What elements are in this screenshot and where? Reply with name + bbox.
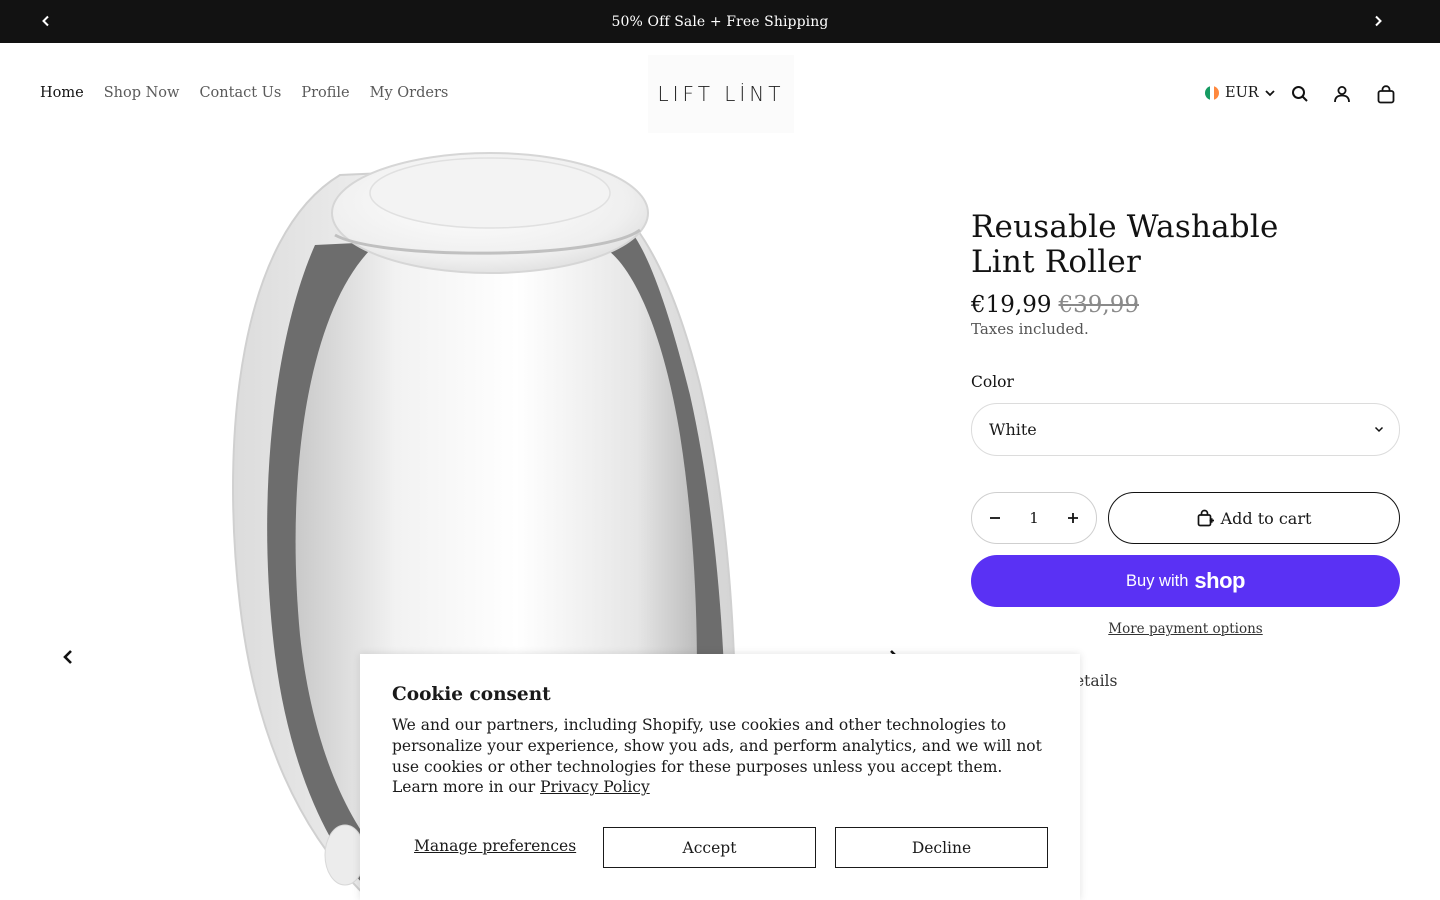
- search-button[interactable]: [1289, 83, 1311, 105]
- decline-button[interactable]: Decline: [835, 827, 1048, 868]
- ireland-flag-icon: [1205, 86, 1219, 100]
- chevron-down-icon: [1265, 90, 1275, 97]
- product-info: Reusable Washable Lint Roller €19,99 €39…: [971, 210, 1400, 690]
- announcement-prev-button[interactable]: [36, 11, 56, 31]
- buy-with-shop-button[interactable]: Buy with shop: [971, 555, 1400, 607]
- cookie-title: Cookie consent: [392, 684, 551, 705]
- price-row: €19,99 €39,99: [971, 292, 1400, 318]
- nav-item-profile[interactable]: Profile: [301, 85, 349, 101]
- chevron-down-icon: [1374, 426, 1384, 433]
- manage-preferences-link[interactable]: Manage preferences: [414, 837, 576, 855]
- nav-item-contact-us[interactable]: Contact Us: [199, 85, 281, 101]
- compare-price: €39,99: [1058, 292, 1139, 318]
- cart-icon: [1377, 84, 1395, 103]
- nav-item-my-orders[interactable]: My Orders: [370, 85, 449, 101]
- logo-text: LIFT LİNT: [657, 82, 785, 106]
- product-title: Reusable Washable Lint Roller: [971, 210, 1400, 280]
- product-title-line1: Reusable Washable: [971, 209, 1279, 245]
- media-prev-button[interactable]: [56, 645, 80, 669]
- chevron-left-icon: [63, 650, 72, 664]
- cookie-consent-dialog: Cookie consent We and our partners, incl…: [360, 654, 1080, 900]
- main-nav: Home Shop Now Contact Us Profile My Orde…: [40, 85, 468, 101]
- announcement-next-button[interactable]: [1368, 11, 1388, 31]
- announcement-bar: 50% Off Sale + Free Shipping: [0, 0, 1440, 43]
- plus-icon: [1068, 513, 1078, 523]
- quantity-stepper: [971, 492, 1097, 544]
- taxes-note: Taxes included.: [971, 320, 1089, 338]
- account-button[interactable]: [1331, 83, 1353, 105]
- quantity-decrease-button[interactable]: [986, 509, 1004, 527]
- color-label: Color: [971, 373, 1014, 391]
- cart-add-icon: [1197, 509, 1214, 527]
- cookie-actions: Manage preferences Accept Decline: [392, 827, 1048, 868]
- sale-price: €19,99: [971, 292, 1052, 318]
- add-to-cart-label: Add to cart: [1220, 508, 1312, 528]
- search-icon: [1292, 86, 1308, 102]
- nav-item-shop-now[interactable]: Shop Now: [104, 85, 180, 101]
- buy-with-label: Buy with: [1126, 571, 1189, 590]
- product-title-line2: Lint Roller: [971, 244, 1141, 280]
- cookie-body-text: We and our partners, including Shopify, …: [392, 716, 1042, 797]
- announcement-text: 50% Off Sale + Free Shipping: [611, 13, 829, 30]
- accept-button[interactable]: Accept: [603, 827, 816, 868]
- cart-button[interactable]: [1375, 83, 1397, 105]
- site-logo[interactable]: LIFT LİNT: [648, 55, 794, 133]
- chevron-left-icon: [42, 15, 49, 27]
- account-icon: [1334, 86, 1350, 103]
- color-select-value: White: [989, 420, 1037, 439]
- minus-icon: [990, 517, 1000, 519]
- currency-code: EUR: [1225, 85, 1259, 101]
- color-select[interactable]: White: [971, 403, 1400, 456]
- site-header: Home Shop Now Contact Us Profile My Orde…: [0, 43, 1440, 143]
- nav-item-home[interactable]: Home: [40, 85, 84, 101]
- more-payment-options-link[interactable]: More payment options: [971, 621, 1400, 637]
- add-to-cart-button[interactable]: Add to cart: [1108, 492, 1400, 544]
- chevron-right-icon: [1375, 15, 1382, 27]
- quantity-input[interactable]: [1014, 509, 1054, 527]
- shop-logo: shop: [1194, 568, 1245, 593]
- quantity-increase-button[interactable]: [1064, 509, 1082, 527]
- cookie-body: We and our partners, including Shopify, …: [392, 715, 1048, 798]
- privacy-policy-link[interactable]: Privacy Policy: [540, 778, 650, 796]
- currency-selector[interactable]: EUR: [1205, 85, 1275, 101]
